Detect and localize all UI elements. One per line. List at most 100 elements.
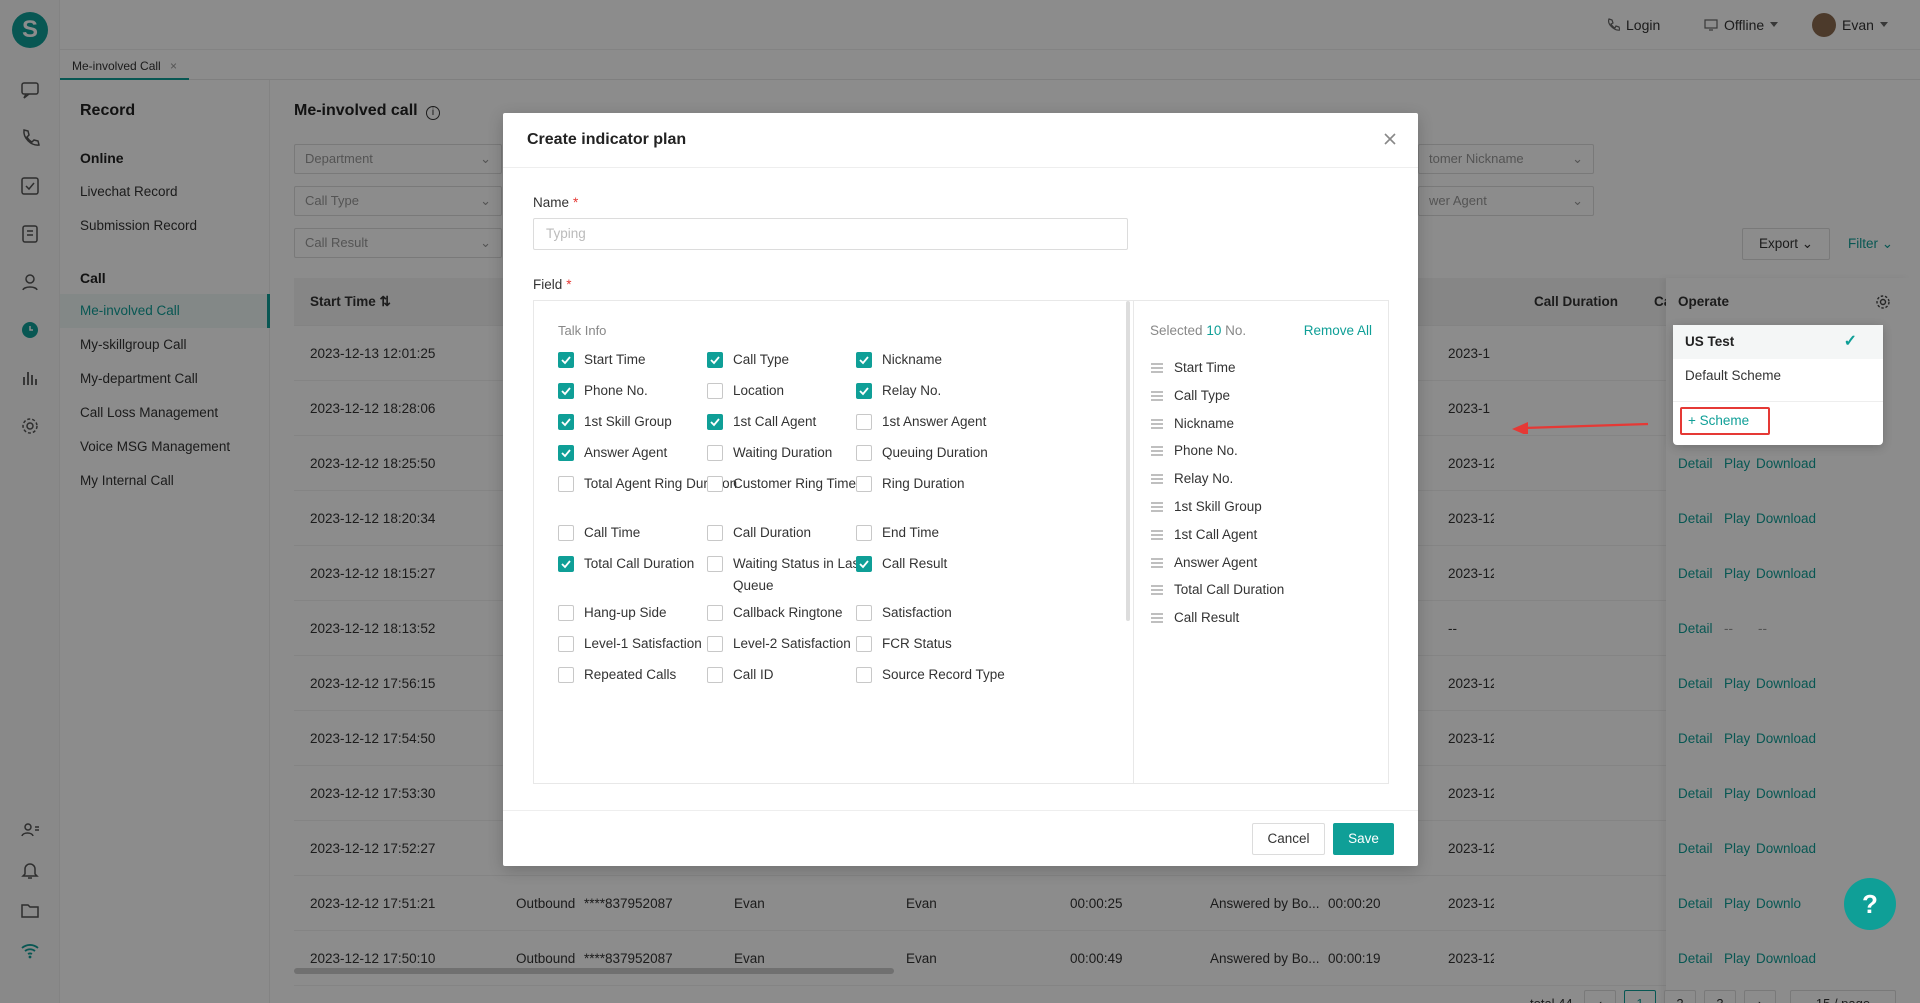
checkbox-empty-icon[interactable] <box>707 556 723 572</box>
checkbox-checked-icon[interactable] <box>707 352 723 368</box>
selected-field-label: Answer Agent <box>1174 554 1258 570</box>
checkbox-checked-icon[interactable] <box>856 383 872 399</box>
checkbox-empty-icon[interactable] <box>856 636 872 652</box>
annotation-arrow-icon <box>1510 420 1650 437</box>
field-options-pane: Talk Info Start Time Call Type Nickname Pho… <box>534 301 1131 783</box>
checkbox-empty-icon[interactable] <box>856 605 872 621</box>
checkbox-empty-icon[interactable] <box>707 445 723 461</box>
field-label-text: Call Result <box>882 556 948 571</box>
selected-field-item[interactable]: Total Call Duration <box>1150 579 1284 601</box>
selected-field-item[interactable]: Answer Agent <box>1150 552 1257 574</box>
checkbox-empty-icon[interactable] <box>707 636 723 652</box>
checkbox-empty-icon[interactable] <box>856 476 872 492</box>
save-button[interactable]: Save <box>1333 823 1394 855</box>
field-checkbox[interactable]: End Time <box>856 522 1038 544</box>
field-checkbox[interactable]: Queuing Duration <box>856 442 1038 464</box>
scheme-dropdown: US Test ✓ Default Scheme + Scheme <box>1673 325 1883 445</box>
add-scheme-button[interactable]: + Scheme <box>1680 407 1770 435</box>
selected-field-item[interactable]: Nickname <box>1150 413 1234 435</box>
checkbox-empty-icon[interactable] <box>856 667 872 683</box>
remove-all-link[interactable]: Remove All <box>1304 323 1372 338</box>
group-title: Talk Info <box>558 323 607 338</box>
field-checkbox[interactable]: Call Result <box>856 553 1038 575</box>
selected-field-label: Call Type <box>1174 387 1231 403</box>
drag-handle-icon[interactable] <box>1150 468 1164 490</box>
divider <box>1673 401 1883 402</box>
checkbox-checked-icon[interactable] <box>707 414 723 430</box>
selected-field-item[interactable]: 1st Call Agent <box>1150 524 1257 546</box>
checkbox-empty-icon[interactable] <box>856 414 872 430</box>
field-checkbox[interactable]: 1st Answer Agent <box>856 411 1038 433</box>
drag-handle-icon[interactable] <box>1150 385 1164 407</box>
field-label-text: Satisfaction <box>882 605 952 620</box>
selected-field-label: Nickname <box>1174 415 1235 431</box>
drag-handle-icon[interactable] <box>1150 579 1164 601</box>
drag-handle-icon[interactable] <box>1150 357 1164 379</box>
check-icon: ✓ <box>1843 333 1857 350</box>
help-chat-button[interactable]: ? <box>1844 878 1896 930</box>
plus-icon: + <box>1688 413 1696 428</box>
drag-handle-icon[interactable] <box>1150 524 1164 546</box>
checkbox-checked-icon[interactable] <box>558 445 574 461</box>
selected-field-item[interactable]: Call Result <box>1150 607 1239 629</box>
vertical-scrollbar[interactable] <box>1126 301 1130 621</box>
close-icon[interactable] <box>1380 129 1400 149</box>
divider <box>503 810 1418 811</box>
field-checkbox[interactable]: FCR Status <box>856 633 1038 655</box>
field-label-text: Relay No. <box>882 383 942 398</box>
selected-field-label: Total Call Duration <box>1174 582 1285 598</box>
checkbox-empty-icon[interactable] <box>707 383 723 399</box>
selected-field-item[interactable]: Relay No. <box>1150 468 1233 490</box>
checkbox-checked-icon[interactable] <box>558 352 574 368</box>
field-label-text: FCR Status <box>882 636 952 651</box>
drag-handle-icon[interactable] <box>1150 496 1164 518</box>
checkbox-empty-icon[interactable] <box>558 476 574 492</box>
field-checkbox[interactable]: Ring Duration <box>856 473 1038 495</box>
checkbox-empty-icon[interactable] <box>707 605 723 621</box>
selected-field-item[interactable]: Phone No. <box>1150 440 1238 462</box>
checkbox-empty-icon[interactable] <box>558 636 574 652</box>
selected-fields-pane: Selected 10 No. Remove All Start Time Cal… <box>1133 301 1388 783</box>
divider <box>503 167 1418 168</box>
name-input[interactable]: Typing <box>533 218 1128 250</box>
drag-handle-icon[interactable] <box>1150 552 1164 574</box>
field-label-text: Ring Duration <box>882 476 965 491</box>
selected-field-label: Start Time <box>1174 360 1236 375</box>
field-selector: Talk Info Start Time Call Type Nickname Pho… <box>533 300 1389 784</box>
field-label-text: Source Record Type <box>882 667 1005 682</box>
checkbox-empty-icon[interactable] <box>707 667 723 683</box>
selected-field-item[interactable]: 1st Skill Group <box>1150 496 1262 518</box>
field-checkbox[interactable]: Source Record Type <box>856 664 1038 686</box>
checkbox-empty-icon[interactable] <box>558 605 574 621</box>
checkbox-empty-icon[interactable] <box>707 525 723 541</box>
modal-title: Create indicator plan <box>527 131 687 148</box>
checkbox-checked-icon[interactable] <box>856 556 872 572</box>
selected-field-label: Phone No. <box>1174 443 1238 459</box>
field-checkbox[interactable]: Nickname <box>856 349 1038 371</box>
cancel-button[interactable]: Cancel <box>1252 823 1325 855</box>
checkbox-empty-icon[interactable] <box>707 476 723 492</box>
checkbox-empty-icon[interactable] <box>856 525 872 541</box>
drag-handle-icon[interactable] <box>1150 607 1164 629</box>
checkbox-empty-icon[interactable] <box>558 667 574 683</box>
scheme-item-us-test[interactable]: US Test ✓ <box>1673 325 1883 359</box>
drag-handle-icon[interactable] <box>1150 440 1164 462</box>
selected-field-label: Call Result <box>1174 610 1240 626</box>
checkbox-empty-icon[interactable] <box>856 445 872 461</box>
drag-handle-icon[interactable] <box>1150 413 1164 435</box>
field-checkbox[interactable]: Satisfaction <box>856 602 1038 624</box>
scheme-item-default[interactable]: Default Scheme <box>1673 359 1883 393</box>
create-plan-modal: Create indicator plan Name * Typing Field… <box>503 113 1418 866</box>
checkbox-empty-icon[interactable] <box>558 525 574 541</box>
field-label-text: End Time <box>882 525 940 540</box>
checkbox-checked-icon[interactable] <box>558 383 574 399</box>
selected-field-item[interactable]: Start Time <box>1150 357 1236 379</box>
checkbox-checked-icon[interactable] <box>856 352 872 368</box>
field-label-text: Queuing Duration <box>882 445 988 460</box>
checkbox-checked-icon[interactable] <box>558 414 574 430</box>
field-checkbox[interactable]: Relay No. <box>856 380 1038 402</box>
checkbox-checked-icon[interactable] <box>558 556 574 572</box>
field-label-text: 1st Answer Agent <box>882 414 987 429</box>
name-label: Name * <box>533 195 579 210</box>
selected-field-item[interactable]: Call Type <box>1150 385 1230 407</box>
